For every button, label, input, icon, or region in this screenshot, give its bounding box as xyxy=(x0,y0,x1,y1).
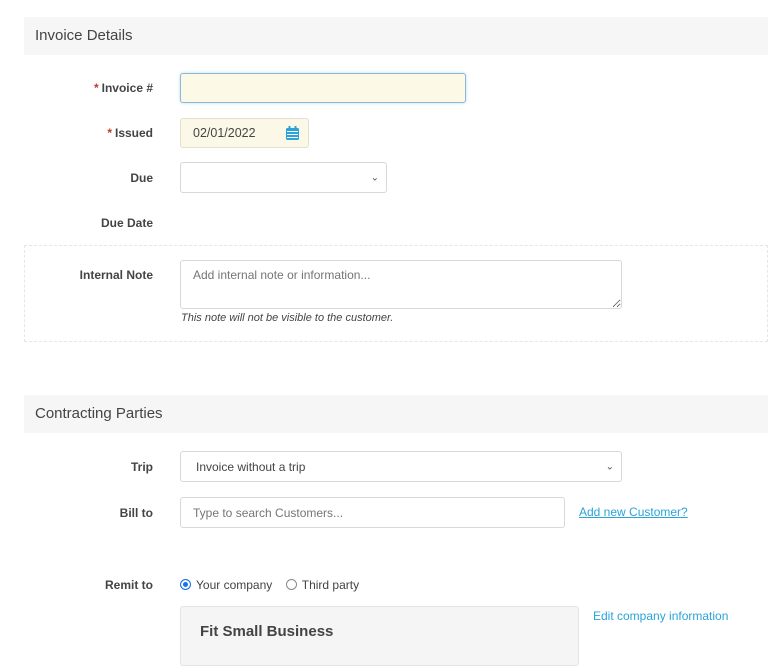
internal-note-textarea[interactable] xyxy=(180,260,622,309)
company-info-box: Fit Small Business xyxy=(180,606,579,666)
bill-to-label: Bill to xyxy=(119,506,153,520)
chevron-down-icon: ⌄ xyxy=(370,172,379,183)
trip-label: Trip xyxy=(130,460,153,474)
due-date-label: Due Date xyxy=(100,216,153,230)
company-name: Fit Small Business xyxy=(200,623,334,640)
add-new-customer-link[interactable]: Add new Customer? xyxy=(579,505,688,519)
remit-to-radio-group: Your company Third party xyxy=(180,576,368,594)
remit-to-label: Remit to xyxy=(105,578,153,592)
section-header-contracting-parties: Contracting Parties xyxy=(24,395,768,433)
section-title: Invoice Details xyxy=(35,27,133,44)
trip-selected-value: Invoice without a trip xyxy=(196,460,306,474)
edit-company-information-link[interactable]: Edit company information xyxy=(593,609,728,623)
radio-third-party[interactable] xyxy=(285,579,297,591)
issued-date-value: 02/01/2022 xyxy=(193,126,256,140)
invoice-number-input[interactable] xyxy=(180,73,466,103)
bill-to-search-input[interactable] xyxy=(180,497,565,528)
chevron-down-icon: ⌄ xyxy=(605,461,614,472)
due-label: Due xyxy=(130,171,153,185)
trip-select[interactable]: Invoice without a trip ⌄ xyxy=(180,451,622,482)
section-title: Contracting Parties xyxy=(35,405,163,422)
radio-your-company[interactable] xyxy=(180,579,191,591)
issued-date-input[interactable]: 02/01/2022 xyxy=(180,118,309,148)
calendar-icon[interactable] xyxy=(286,126,299,140)
invoice-number-label: * Invoice # xyxy=(93,81,153,95)
internal-note-label: Internal Note xyxy=(79,268,153,282)
due-select[interactable]: ⌄ xyxy=(180,162,387,193)
internal-note-hint: This note will not be visible to the cus… xyxy=(181,312,394,324)
issued-label: * Issued xyxy=(107,126,153,140)
section-header-invoice-details: Invoice Details xyxy=(24,17,768,55)
